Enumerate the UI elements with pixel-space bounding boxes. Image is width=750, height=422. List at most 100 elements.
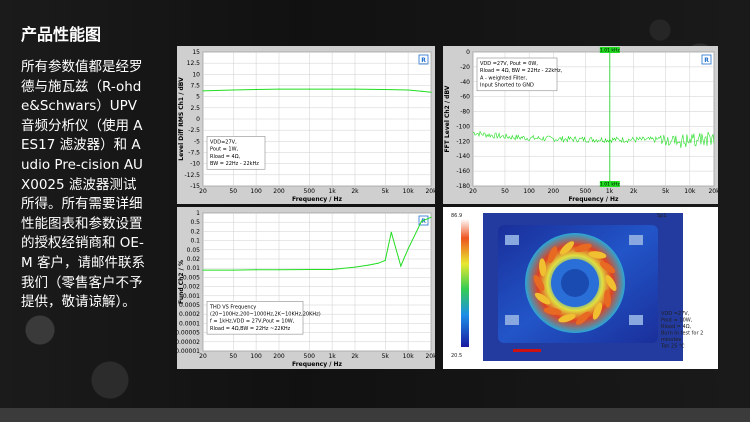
data-point [202,90,204,92]
y-tick-label: -80 [460,109,470,116]
y-tick-label: -60 [460,94,470,101]
x-tick-label: 10k [403,188,415,195]
data-point [430,91,432,93]
y-axis-title: FFT Level Ch2 / dBV [444,85,451,152]
chart-legend: VDD=27V, Pout = 1W,Rload = 4Ω,BW = 22Hz -… [206,136,266,170]
x-tick-label: 200 [548,188,560,195]
data-point [384,88,386,91]
legend-line: Input Shorted to GND [480,83,534,89]
x-tick-label: 2k [351,353,359,360]
frequency-response-svg: R20 50 100 200 500 1k 2k 5k 10k 20kFrequency / Hz… [178,49,435,203]
y-tick-label: 0.5 [190,219,200,226]
data-point [430,216,432,218]
rohde-schwarz-logo: R [418,54,429,65]
scale-max-label: 86.9 [451,213,462,219]
x-tick-label: 20 [199,353,207,360]
fft-spectrum-svg: R 20 50 100 200 500 1k 2k 5k 10k 20k Frequency / Hz… [444,47,718,203]
y-tick-label: 0.05 [187,247,201,254]
y-tick-label: 0.1 [190,238,200,245]
y-axis-title: Level Diff RMS Ch1 / dBV [178,77,185,161]
data-point [390,231,392,233]
x-tick-label: 5k [382,353,390,360]
data-point [331,268,333,271]
y-tick-label: 0.0005 [179,302,200,309]
y-tick-label: 0.00002 [177,339,200,346]
data-point [400,265,402,267]
x-axis-title: Frequency / Hz [292,196,343,203]
legend-line: THD VS Frequency [209,304,256,310]
legend-line: Rload = 4Ω,BW = 22Hz ~22KHz [210,326,291,332]
y-tick-label: -180 [456,183,470,190]
data-point [308,88,310,90]
x-tick-label: 1k [606,188,614,195]
data-point [255,88,257,91]
legend-line: (20~100Hz,200~1000Hz,2K~10KHz,20KHz) [210,312,321,318]
y-tick-label: 15 [192,49,200,56]
x-tick-label: 500 [304,188,316,195]
thermal-scale-bar [461,219,469,347]
y-tick-label: 0.01 [187,265,201,272]
thermal-condition-label: Tan 25 ℃ [660,344,685,350]
x-tick-label: 50 [229,188,237,195]
data-point [308,268,310,271]
y-tick-label: 0.00005 [177,330,200,337]
y-tick-label: 0.00001 [177,348,200,355]
x-tick-label: 2k [630,188,638,195]
frequency-response-chart: R 20 50 100 200 500 1k 2k 5k 10k 20k Frequency / Hz… [177,46,435,204]
page-title: 产品性能图 [21,25,102,44]
legend-line: VDD=27V, [210,139,237,145]
y-tick-label: -15 [190,183,200,190]
y-tick-label: 12.5 [187,60,201,67]
y-tick-label: -7.5 [188,150,200,157]
x-tick-label: 100 [250,353,262,360]
fft-spectrum-chart: R 20 50 100 200 500 1k 2k 5k 10k 20k Frequency / Hz… [443,46,718,204]
y-tick-label: -160 [456,168,470,175]
data-point [407,248,409,250]
data-point [278,269,280,271]
legend-line: A - weighted Filter, [480,75,527,81]
data-point [420,220,423,222]
y-tick-label: -12.5 [184,172,200,179]
thd-vs-frequency-svg: R20 50 100 200 500 1k 2k 5k 10k 20kFrequency / Hz… [177,210,435,368]
x-tick-label: 1k [328,353,336,360]
y-tick-label: 0 [466,49,470,56]
thermal-condition-label: minutes [661,337,682,343]
y-tick-label: -5 [194,138,200,145]
y-tick-label: -40 [460,79,470,86]
legend-line: f = 1kHz,VDD = 27V,Pout = 10W, [210,319,295,325]
y-tick-label: -20 [460,64,470,71]
x-tick-label: 500 [580,188,592,195]
y-tick-label: 1 [196,210,200,217]
spot-label: Sp1 [657,213,667,219]
x-tick-label: 10k [684,188,696,195]
x-axis-title: Frequency / Hz [568,196,619,203]
x-tick-label: 100 [523,188,535,195]
data-point [331,88,333,90]
x-tick-label: 5k [662,188,670,195]
data-point [255,269,257,271]
y-tick-label: 0.02 [187,256,201,263]
y-tick-label: 0.2 [190,228,200,235]
y-tick-label: -100 [456,123,470,130]
legend-line: VDD =27V, Pout = 0W, [480,61,538,67]
y-tick-label: 2.5 [190,105,200,112]
thermal-condition-label: Rload = 4Ω, [661,324,692,330]
x-tick-label: 100 [250,188,262,195]
x-tick-label: 20k [425,188,435,195]
thermal-image: Sp1 86.9 20.5 VDD =27V, Pout = 10W, Rload … [443,207,718,369]
y-tick-label: -120 [456,138,470,145]
data-point [202,269,204,271]
y-tick-label: 0.002 [183,284,200,291]
data-point [278,88,280,90]
thermal-condition-label: VDD =27V, [661,311,690,317]
marker-top-label: 1.01 kHz [599,47,620,54]
x-tick-label: 50 [501,188,509,195]
x-tick-label: 5k [382,188,390,195]
x-tick-label: 10k [403,353,415,360]
thermal-condition-label: Pout = 10W, [661,318,693,324]
data-point [377,262,379,264]
y-tick-label: 0 [196,116,200,123]
y-tick-label: 0.001 [183,293,200,300]
x-tick-label: 20k [425,353,435,360]
y-tick-label: -10 [190,161,200,168]
